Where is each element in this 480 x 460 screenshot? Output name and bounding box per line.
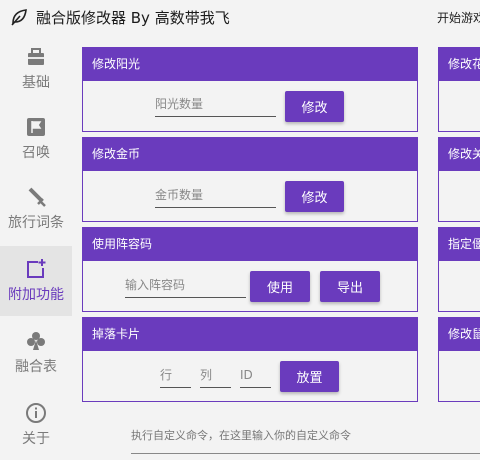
club-icon — [27, 332, 45, 350]
custom-command-input[interactable]: 执行自定义命令，在这里输入你的自定义命令 — [131, 422, 480, 454]
sidebar-item-about[interactable]: 关于 — [0, 390, 72, 460]
info-icon — [26, 403, 46, 423]
use-lineup-button[interactable]: 使用 — [250, 271, 310, 302]
sidebar-item-label: 附加功能 — [8, 287, 64, 303]
card-modify-coin: 修改金币 金币数量 修改 — [82, 137, 418, 222]
sidebar-item-basic[interactable]: 基础 — [0, 34, 72, 104]
card-title: 修改关 — [439, 138, 480, 171]
sidebar-item-label: 融合表 — [15, 359, 57, 375]
lineup-code-input[interactable]: 输入阵容码 — [125, 274, 246, 298]
card-title: 修改花 — [439, 48, 480, 81]
modify-coin-button[interactable]: 修改 — [285, 181, 344, 212]
add-window-icon — [27, 259, 46, 278]
id-input[interactable]: ID — [240, 364, 271, 388]
sidebar: 基础 召唤 旅行词条 附加功能 融合表 关于 — [0, 34, 72, 460]
sword-icon — [28, 187, 46, 207]
sidebar-item-travel[interactable]: 旅行词条 — [0, 174, 72, 244]
card-title: 掉落卡片 — [83, 318, 417, 351]
card-title: 修改鼠 — [439, 318, 480, 351]
card-title: 使用阵容码 — [83, 228, 417, 261]
card-modify-sun: 修改阳光 阳光数量 修改 — [82, 47, 418, 132]
card-title: 修改金币 — [83, 138, 417, 171]
sidebar-item-label: 旅行词条 — [8, 215, 64, 231]
column-input[interactable]: 列 — [200, 364, 231, 388]
sidebar-item-label: 召唤 — [22, 145, 50, 161]
sidebar-item-fusion[interactable]: 融合表 — [0, 318, 72, 388]
sidebar-item-summon[interactable]: 召唤 — [0, 104, 72, 174]
coin-amount-input[interactable]: 金币数量 — [155, 184, 276, 208]
row-input[interactable]: 行 — [160, 364, 191, 388]
window-title: 融合版修改器 By 高数带我飞 — [36, 9, 230, 27]
title-bar: 融合版修改器 By 高数带我飞 开始游戏 — [0, 0, 480, 34]
leaf-icon — [11, 9, 27, 26]
card-title: 修改阳光 — [83, 48, 417, 81]
export-lineup-button[interactable]: 导出 — [320, 271, 380, 302]
card-modify-mouse: 修改鼠 — [438, 317, 480, 402]
sidebar-item-label: 基础 — [22, 75, 50, 91]
place-card-button[interactable]: 放置 — [280, 361, 339, 392]
flag-icon — [27, 118, 45, 136]
card-drop-card: 掉落卡片 行 列 ID 放置 — [82, 317, 418, 402]
card-modify-flower: 修改花 — [438, 47, 480, 132]
card-modify-level: 修改关 — [438, 137, 480, 222]
app-window: 融合版修改器 By 高数带我飞 开始游戏 基础 召唤 旅行词条 附加功能 融合表… — [0, 0, 480, 460]
bag-icon — [28, 48, 44, 65]
sidebar-item-extra[interactable]: 附加功能 — [0, 246, 72, 316]
card-specify-zombie: 指定僵 — [438, 227, 480, 312]
card-lineup-code: 使用阵容码 输入阵容码 使用 导出 — [82, 227, 418, 312]
card-title: 指定僵 — [439, 228, 480, 261]
sidebar-item-label: 关于 — [22, 431, 50, 447]
sun-amount-input[interactable]: 阳光数量 — [155, 93, 276, 117]
start-game-button[interactable]: 开始游戏 — [437, 9, 480, 26]
modify-sun-button[interactable]: 修改 — [285, 91, 344, 122]
